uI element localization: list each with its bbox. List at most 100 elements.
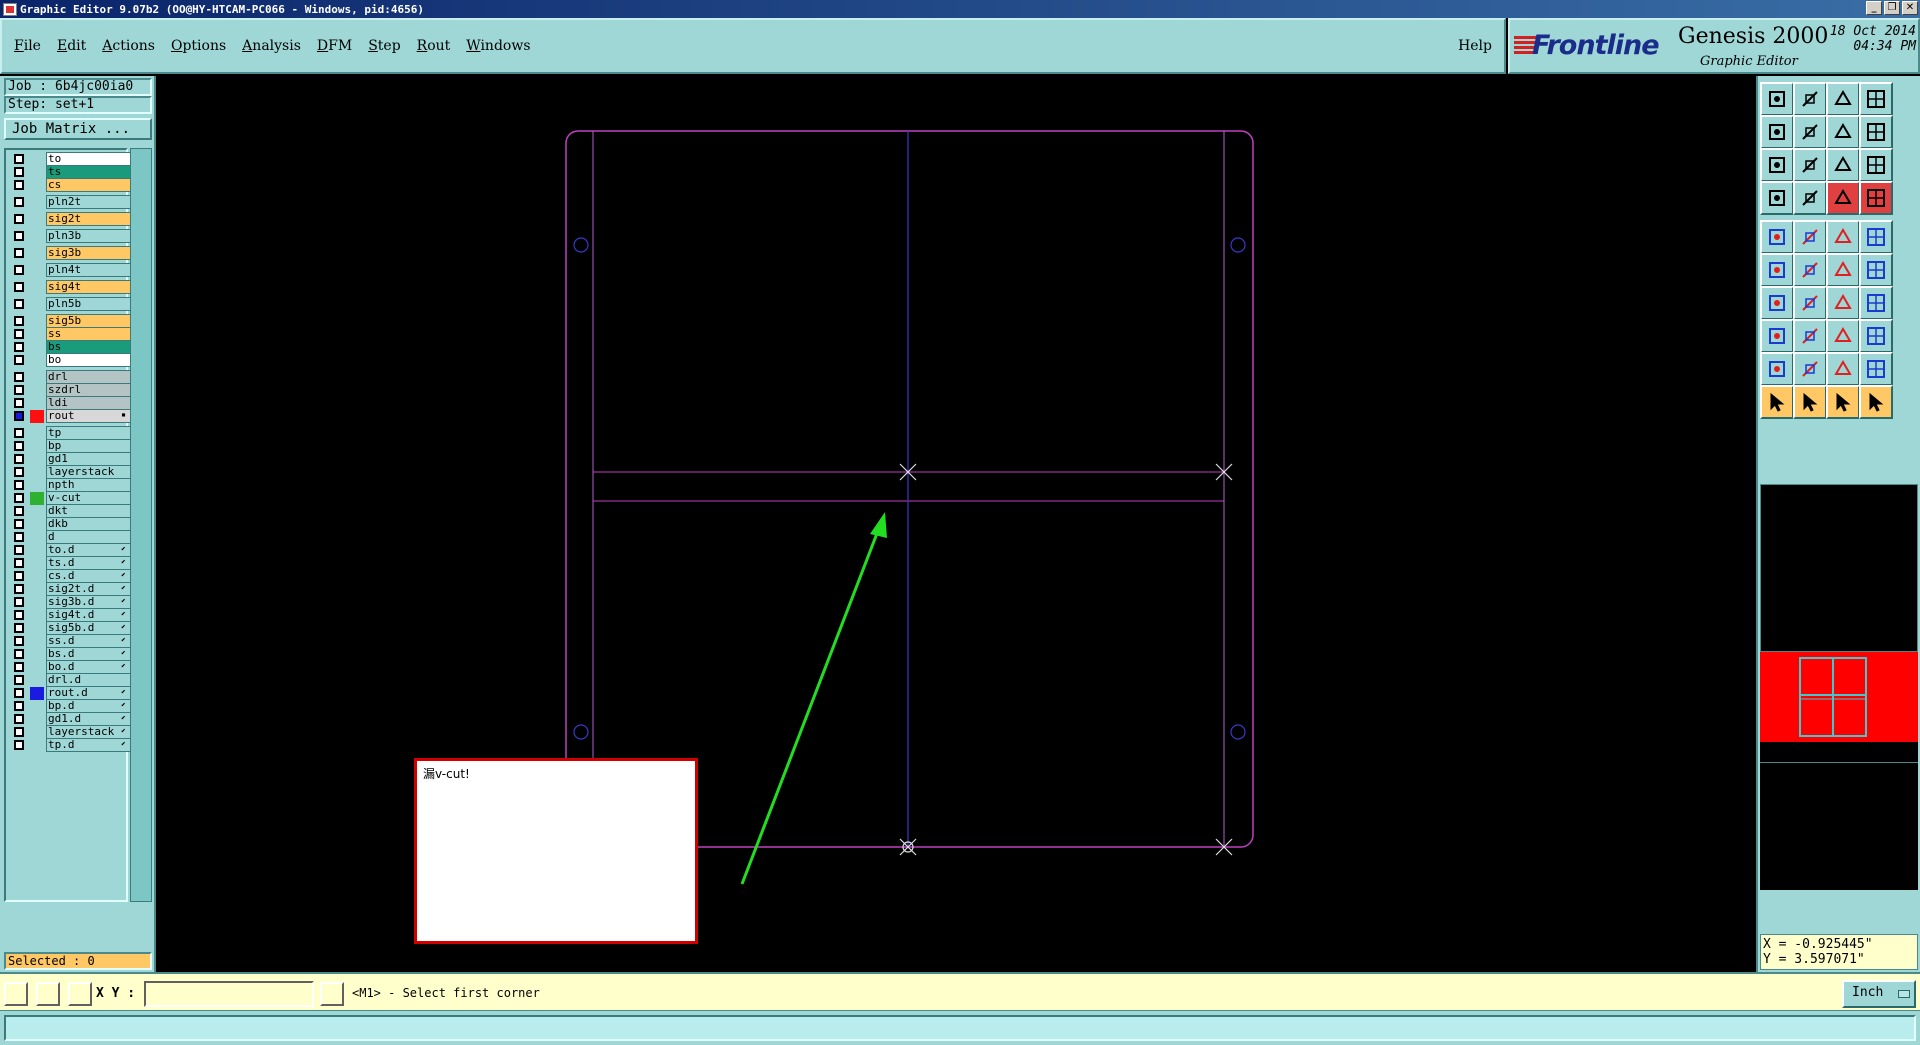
layer-row[interactable]: sig4t <box>10 280 132 294</box>
layer-checkbox[interactable] <box>14 167 24 177</box>
layer-checkbox[interactable] <box>14 154 24 164</box>
layer-name[interactable]: pln3b <box>46 229 132 243</box>
layer-row[interactable]: d <box>10 530 132 544</box>
undo-view-button[interactable] <box>1826 115 1860 149</box>
layer-row[interactable]: npth <box>10 478 132 492</box>
scale-button[interactable] <box>1859 319 1893 353</box>
node-button[interactable] <box>1826 253 1860 287</box>
layer-name[interactable]: ldi <box>46 396 132 410</box>
layer-checkbox[interactable] <box>14 688 24 698</box>
layer-checkbox[interactable] <box>14 727 24 737</box>
grid-mode-button[interactable] <box>68 982 92 1006</box>
minimize-button[interactable]: _ <box>1866 1 1882 15</box>
layer-name[interactable]: npth <box>46 478 132 492</box>
layer-row[interactable]: cs.d ⬋ <box>10 569 132 583</box>
layer-row[interactable]: sig5b <box>10 314 132 328</box>
layer-row[interactable]: pln2t <box>10 195 132 209</box>
snap-button[interactable] <box>1859 286 1893 320</box>
pad-button[interactable] <box>1859 220 1893 254</box>
layer-row[interactable]: gd1.d ⬋ <box>10 712 132 726</box>
layer-name[interactable]: v-cut <box>46 491 132 505</box>
layer-checkbox[interactable] <box>14 545 24 555</box>
layer-row[interactable]: rout.d ⬋ <box>10 686 132 700</box>
layer-name[interactable]: sig5b <box>46 314 132 328</box>
layer-checkbox[interactable] <box>14 231 24 241</box>
layer-row[interactable]: sig3b <box>10 246 132 260</box>
layer-name[interactable]: sig2t.d <box>46 582 132 596</box>
layer-name[interactable]: sig3b.d <box>46 595 132 609</box>
layer-checkbox[interactable] <box>14 299 24 309</box>
layer-checkbox[interactable] <box>14 636 24 646</box>
command-input[interactable] <box>4 1015 1916 1041</box>
grid-button[interactable] <box>1793 181 1827 215</box>
pointer-info-button[interactable] <box>1826 385 1860 419</box>
select-box-button[interactable] <box>1793 220 1827 254</box>
layer-row[interactable]: sig4t.d ⬋ <box>10 608 132 622</box>
menu-options[interactable]: Options <box>171 38 226 54</box>
layer-row[interactable]: bo.d ⬋ <box>10 660 132 674</box>
layer-row[interactable]: pln4t <box>10 263 132 277</box>
layer-row[interactable]: layerstack <box>10 465 132 479</box>
copy-button[interactable] <box>1760 319 1794 353</box>
layer-checkbox[interactable] <box>14 662 24 672</box>
layer-name[interactable]: bs.d <box>46 647 132 661</box>
layer-name[interactable]: pln2t <box>46 195 132 209</box>
layer-checkbox[interactable] <box>14 649 24 659</box>
home-button[interactable] <box>1826 82 1860 116</box>
layer-checkbox[interactable] <box>14 282 24 292</box>
layer-row[interactable]: szdrl <box>10 383 132 397</box>
layer-checkbox[interactable] <box>14 441 24 451</box>
layer-checkbox[interactable] <box>14 571 24 581</box>
layer-name[interactable]: drl <box>46 370 132 384</box>
layer-name[interactable]: cs.d <box>46 569 132 583</box>
layer-name[interactable]: ts.d <box>46 556 132 570</box>
layer-checkbox[interactable] <box>14 701 24 711</box>
layer-checkbox[interactable] <box>14 610 24 620</box>
layer-checkbox[interactable] <box>14 265 24 275</box>
layer-name[interactable]: ts <box>46 165 132 179</box>
layer-checkbox[interactable] <box>14 714 24 724</box>
pan-left-button[interactable] <box>1760 115 1794 149</box>
layer-checkbox[interactable] <box>14 342 24 352</box>
layer-row[interactable]: rout ▪ <box>10 409 132 423</box>
layer-checkbox[interactable] <box>14 532 24 542</box>
layer-checkbox[interactable] <box>14 558 24 568</box>
layer-checkbox[interactable] <box>14 197 24 207</box>
minimap[interactable] <box>1760 652 1918 742</box>
layer-row[interactable]: sig3b.d ⬋ <box>10 595 132 609</box>
layer-row[interactable]: ss.d ⬋ <box>10 634 132 648</box>
redraw-button[interactable] <box>1859 115 1893 149</box>
layer-checkbox[interactable] <box>14 428 24 438</box>
layer-checkbox[interactable] <box>14 248 24 258</box>
layer-row[interactable]: tp.d ⬋ <box>10 738 132 752</box>
layer-name[interactable]: dkt <box>46 504 132 518</box>
layer-row[interactable]: to.d ⬋ <box>10 543 132 557</box>
layer-checkbox[interactable] <box>14 454 24 464</box>
pointer-route-button[interactable] <box>1859 385 1893 419</box>
layer-checkbox[interactable] <box>14 329 24 339</box>
layer-name[interactable]: bs <box>46 340 132 354</box>
layer-name[interactable]: layerstack <box>46 725 132 739</box>
layer-name[interactable]: pln5b <box>46 297 132 311</box>
restore-button[interactable]: ❐ <box>1884 1 1900 15</box>
layer-row[interactable]: sig5b.d ⬋ <box>10 621 132 635</box>
layer-name[interactable]: gd1 <box>46 452 132 466</box>
layer-name[interactable]: sig2t <box>46 212 132 226</box>
layer-row[interactable]: v-cut <box>10 491 132 505</box>
layer-name[interactable]: rout <box>46 409 132 423</box>
layer-name[interactable]: gd1.d <box>46 712 132 726</box>
triangle-red-button[interactable] <box>1760 352 1794 386</box>
layer-name[interactable]: dkb <box>46 517 132 531</box>
layer-name[interactable]: cs <box>46 178 132 192</box>
menu-actions[interactable]: Actions <box>102 38 155 54</box>
layer-name[interactable]: to.d <box>46 543 132 557</box>
menu-dfm[interactable]: DFM <box>317 38 352 54</box>
layer-row[interactable]: dkt <box>10 504 132 518</box>
connect-button[interactable] <box>1760 253 1794 287</box>
snap-mode-button[interactable] <box>4 982 28 1006</box>
save-button[interactable] <box>1793 82 1827 116</box>
layer-checkbox[interactable] <box>14 385 24 395</box>
layer-name[interactable]: sig3b <box>46 246 132 260</box>
layer-name[interactable]: bp <box>46 439 132 453</box>
node-red-button[interactable] <box>1859 253 1893 287</box>
